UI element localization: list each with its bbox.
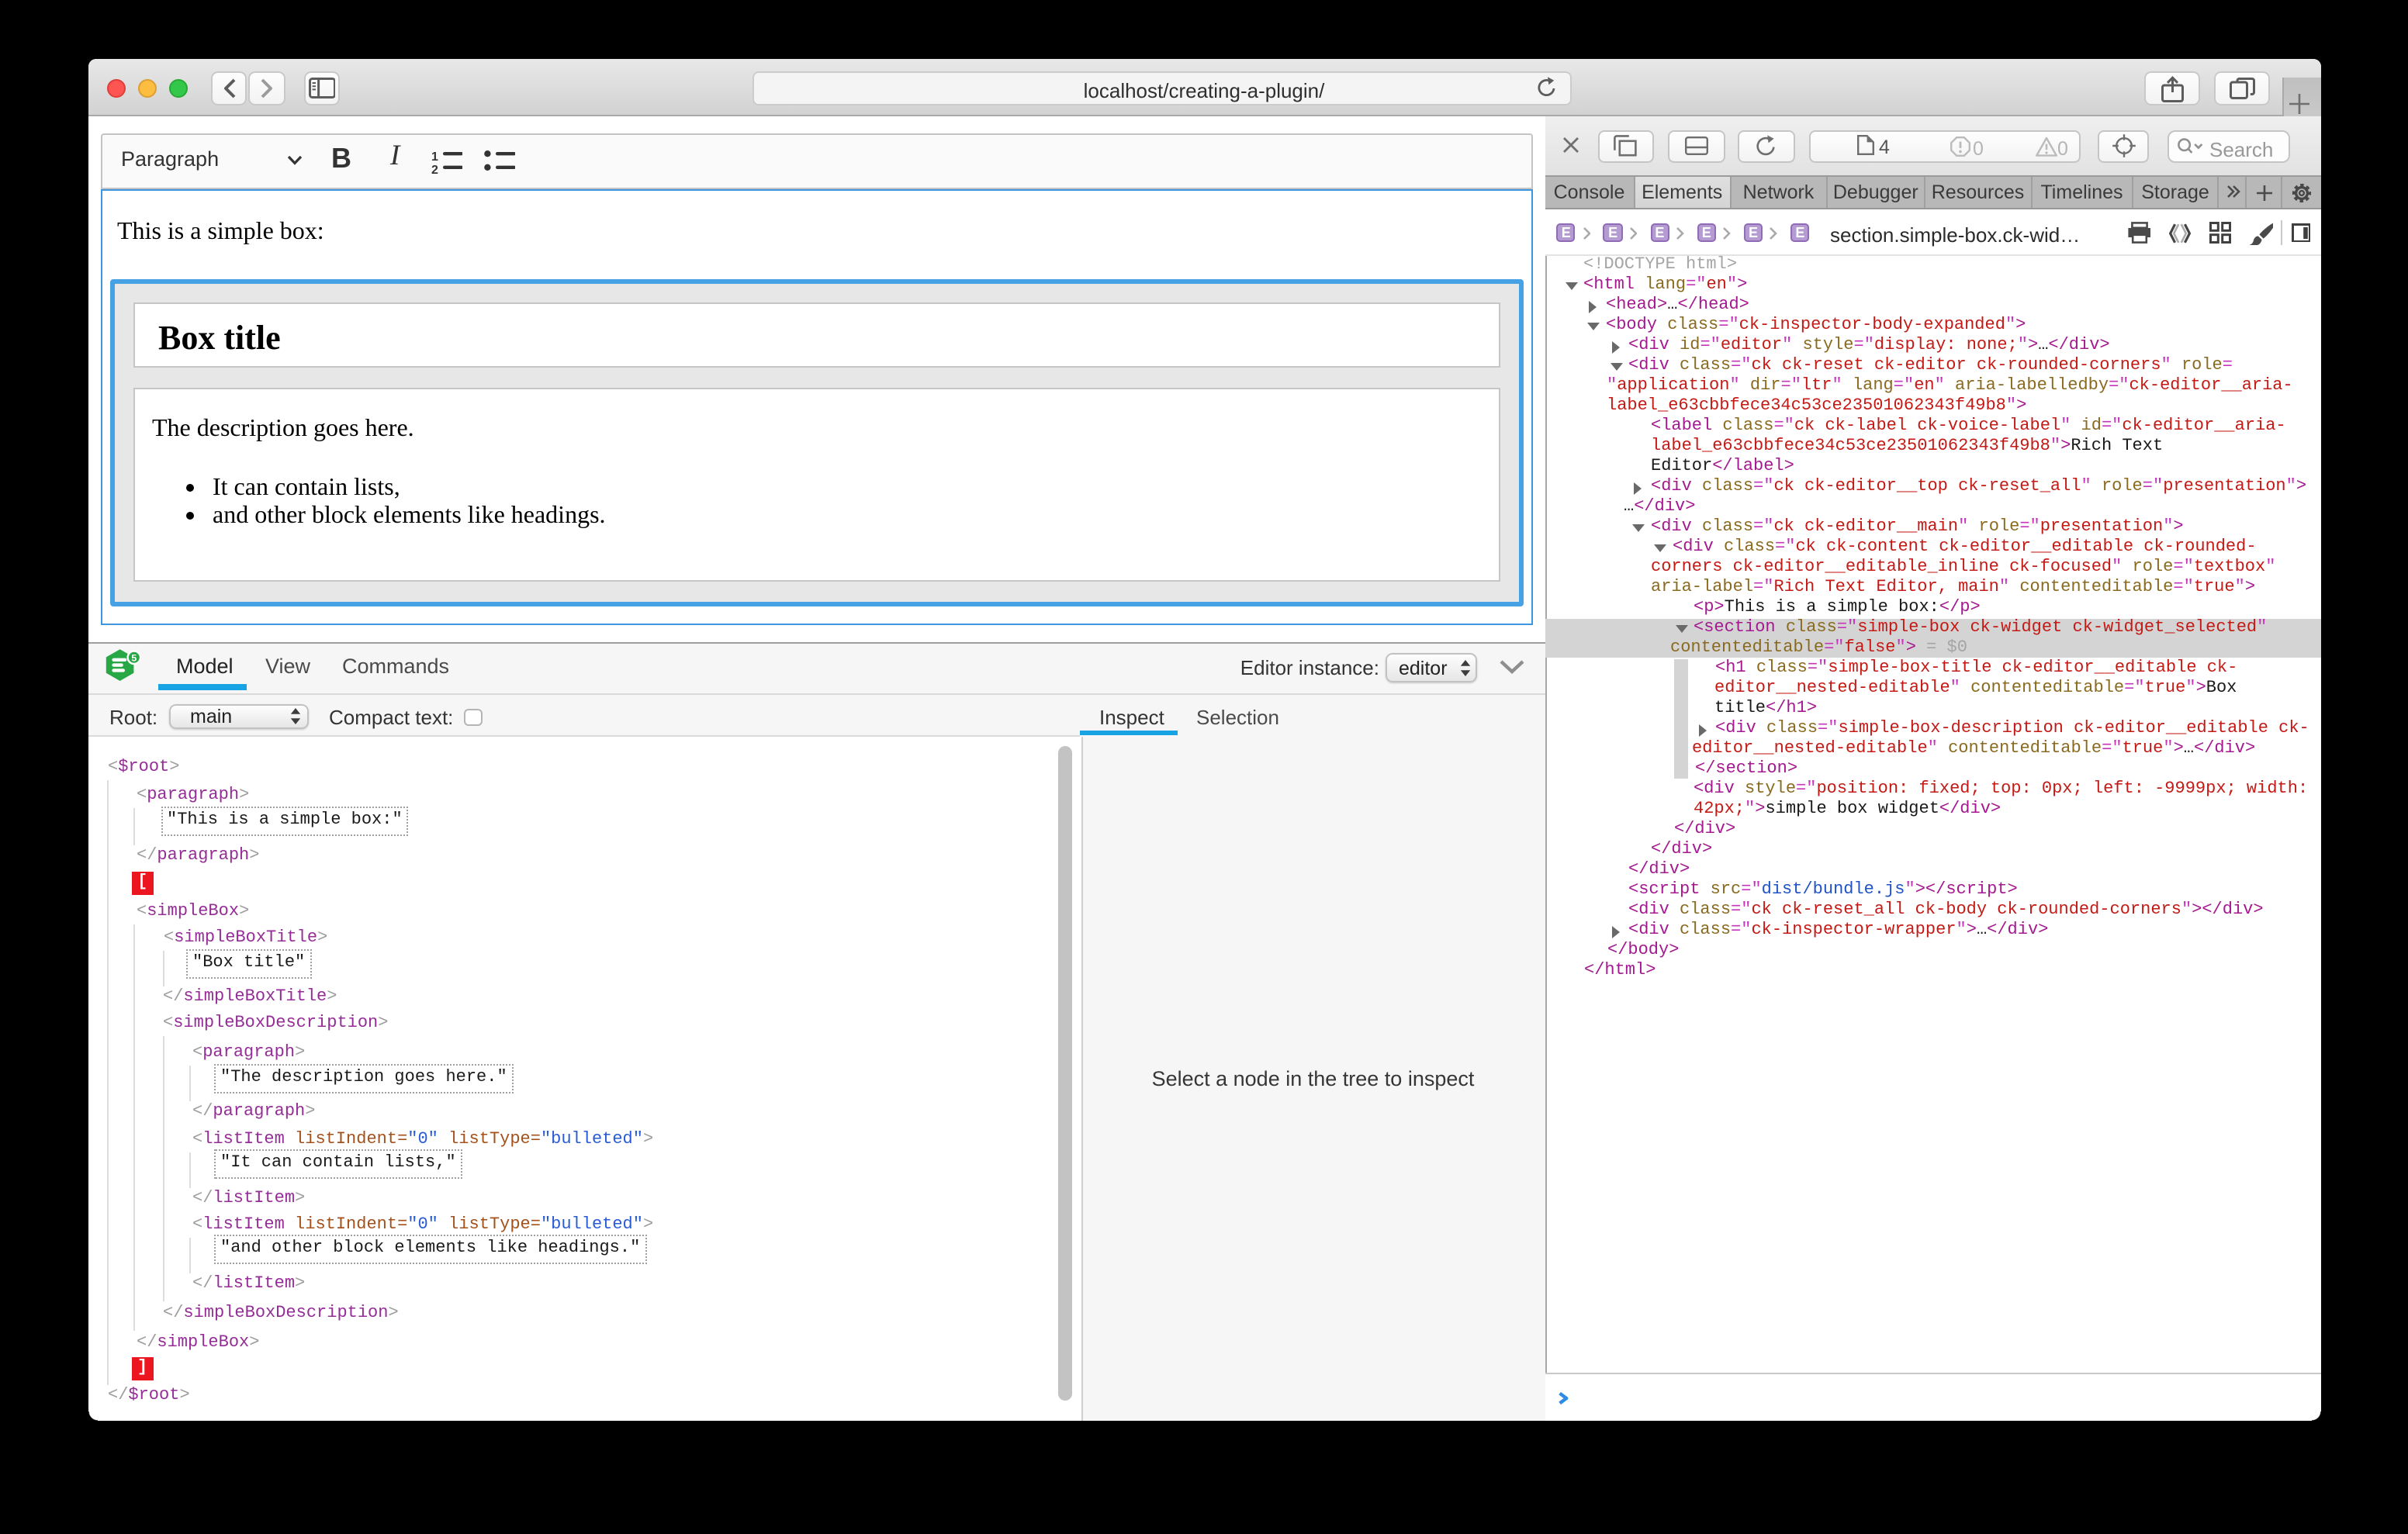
svg-text:1: 1 (431, 150, 438, 164)
svg-text:5: 5 (130, 652, 136, 663)
svg-text:2: 2 (431, 164, 438, 174)
